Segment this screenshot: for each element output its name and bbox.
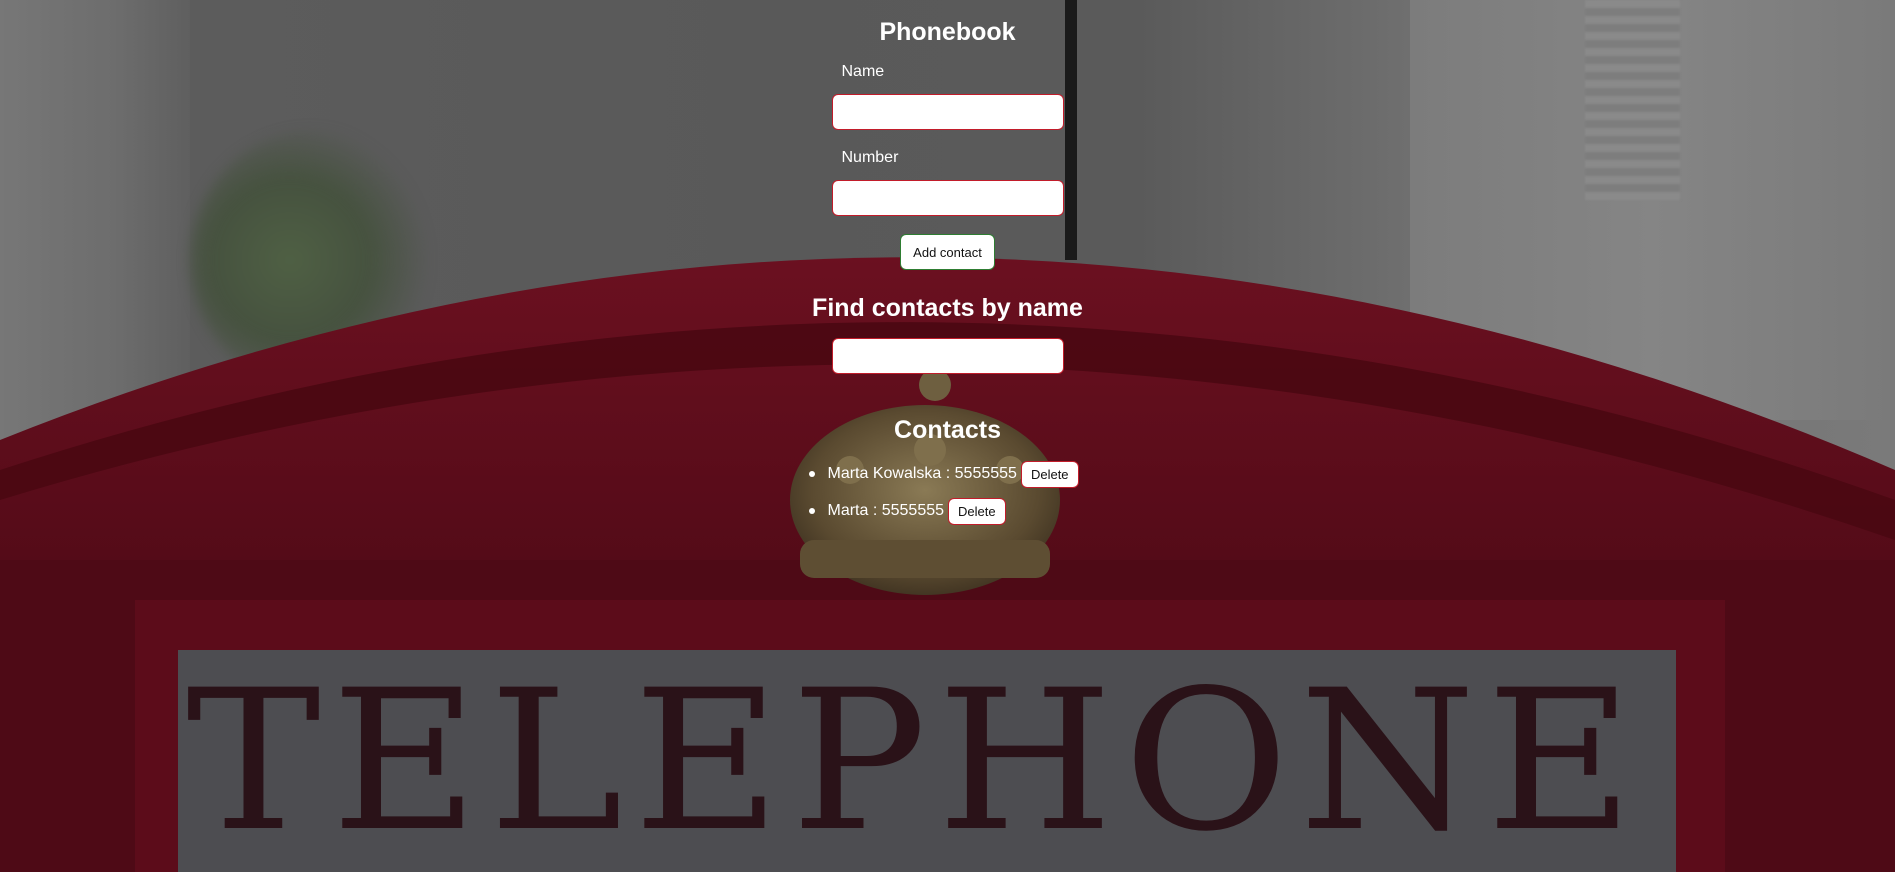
filter-input[interactable]: [831, 338, 1064, 374]
contact-list: Marta Kowalska : 5555555 Delete Marta : …: [808, 460, 1099, 534]
number-label: Number: [841, 149, 899, 166]
name-input[interactable]: [831, 94, 1064, 130]
number-input[interactable]: [831, 180, 1064, 216]
form-spacer: [832, 130, 1064, 148]
name-label: Name: [841, 63, 885, 80]
delete-contact-button[interactable]: Delete: [1020, 460, 1079, 488]
contact-item: Marta : 5555555 Delete: [808, 497, 1099, 525]
contacts-title: Contacts: [894, 416, 1001, 444]
bullet-icon: [808, 508, 815, 514]
phonebook-app: Phonebook Name Number Add contact Find c…: [0, 0, 1895, 534]
filter-title: Find contacts by name: [812, 294, 1083, 322]
contact-item: Marta Kowalska : 5555555 Delete: [808, 460, 1099, 488]
telephone-sign-text: TELEPHONE: [186, 648, 1644, 872]
add-contact-button[interactable]: Add contact: [900, 234, 995, 270]
contact-text: Marta Kowalska : 5555555: [827, 465, 1017, 482]
page-title: Phonebook: [879, 18, 1016, 46]
delete-contact-button[interactable]: Delete: [948, 497, 1006, 525]
add-contact-form: Name Number Add contact: [831, 62, 1064, 270]
contact-text: Marta : 5555555: [827, 502, 945, 519]
bullet-icon: [808, 471, 815, 477]
filter-wrapper: [831, 338, 1064, 374]
